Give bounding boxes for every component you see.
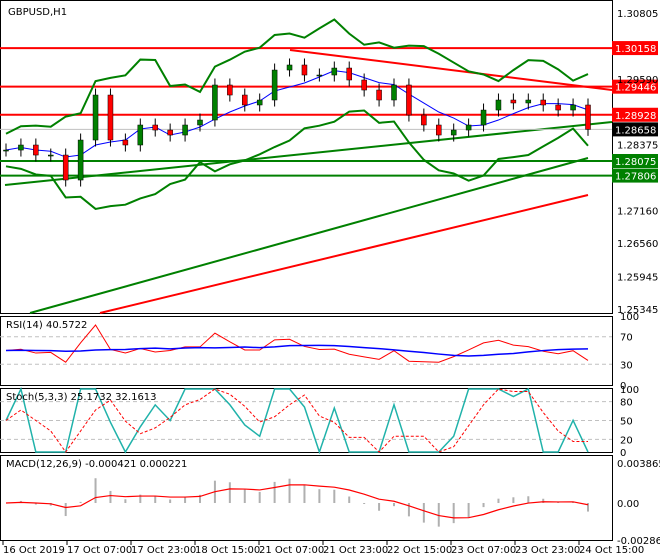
price-tick-label: 1.25945: [617, 272, 658, 283]
price-tick-label: 1.28375: [617, 141, 658, 152]
candle-body: [361, 79, 367, 91]
candle-body: [33, 144, 39, 156]
stoch-label: Stoch(5,3,3) 25.1732 32.1613: [6, 392, 157, 403]
rsi-tick-label: 70: [620, 333, 633, 344]
candle-body: [286, 64, 293, 71]
time-tick-label: 22 Oct 15:00: [387, 545, 452, 556]
chart-canvas[interactable]: 1.301581.294461.289281.280751.278061.286…: [0, 0, 660, 560]
chart-window: 1.30158 1.29446 1.28928 1.28075 1.27806 1.286…: [0, 0, 660, 560]
candle-body: [227, 84, 233, 96]
candle-body: [122, 139, 129, 146]
candle-body: [92, 94, 99, 141]
level-label: 1.27806: [615, 172, 656, 183]
candle-body: [510, 99, 517, 104]
chart-title: GBPUSD,H1: [8, 7, 67, 18]
macd-tick-label: 0.003865: [617, 459, 660, 470]
candle-body: [555, 104, 561, 111]
candle-body: [406, 84, 412, 116]
time-tick-label: 23 Oct 07:00: [451, 545, 516, 556]
candle-body: [376, 89, 382, 101]
time-tick-label: 21 Oct 23:00: [323, 545, 388, 556]
macd-label: MACD(12,26,9) -0.000421 0.000221: [6, 459, 187, 470]
time-tick-label: 21 Oct 07:00: [259, 545, 324, 556]
rsi-label: RSI(14) 40.5722: [6, 320, 87, 331]
level-label: 1.28075: [615, 157, 656, 168]
candle-body: [525, 99, 532, 104]
candle-body: [436, 124, 442, 136]
level-label: 1.28928: [615, 111, 656, 122]
rsi-tick-label: 100: [620, 312, 639, 323]
price-tick-label: 1.26560: [617, 239, 658, 250]
time-tick-label: 17 Oct 07:00: [67, 545, 132, 556]
macd-signal-line: [5, 484, 589, 519]
resistance-trendline: [289, 49, 613, 91]
candle-body: [331, 67, 338, 76]
stoch-tick-label: 0: [620, 448, 626, 459]
candle-body: [540, 99, 546, 106]
macd-tick-label: 0.00: [617, 499, 639, 510]
rsi-tick-label: 30: [620, 360, 633, 371]
candle-body: [137, 124, 144, 146]
candle-body: [3, 149, 9, 152]
candle-body: [152, 124, 158, 131]
candle-body: [495, 99, 502, 111]
rsi-ma-line: [5, 344, 589, 357]
current-price-label: 1.28658: [615, 125, 656, 136]
candle-body: [480, 109, 487, 126]
candle-body: [242, 94, 248, 106]
candle-body: [346, 67, 352, 81]
candle-body: [301, 64, 308, 76]
stoch-tick-label: 50: [620, 417, 633, 428]
candle-body: [77, 139, 84, 181]
candle-body: [391, 84, 397, 101]
candle-body: [18, 144, 24, 151]
stoch-tick-label: 20: [620, 435, 633, 446]
candle-body: [585, 104, 591, 130]
candle-body: [62, 154, 69, 181]
candle-body: [182, 124, 188, 136]
ma-200-line: [29, 157, 589, 314]
candle-body: [256, 99, 263, 106]
candle-body: [107, 94, 114, 141]
rsi-panel-frame: [0, 316, 613, 386]
candle-body: [450, 129, 457, 136]
price-tick-label: 1.30805: [617, 9, 658, 20]
candle-body: [570, 104, 576, 111]
price-tick-label: 1.29590: [617, 75, 658, 86]
stoch-tick-label: 80: [620, 398, 633, 409]
candle-body: [271, 69, 278, 101]
time-tick-label: 16 Oct 2019: [3, 545, 65, 556]
level-label: 1.30158: [615, 44, 656, 55]
ma-red-line: [99, 194, 589, 314]
rsi-line: [5, 324, 589, 363]
price-tick-label: 1.27160: [617, 207, 658, 218]
time-tick-label: 17 Oct 23:00: [131, 545, 196, 556]
candle-body: [197, 119, 203, 126]
time-tick-label: 18 Oct 15:00: [195, 545, 260, 556]
time-tick-label: 24 Oct 15:00: [579, 545, 644, 556]
time-tick-label: 23 Oct 23:00: [515, 545, 580, 556]
candle-body: [316, 74, 323, 77]
candle-body: [167, 129, 173, 136]
stoch-tick-label: 100: [620, 385, 639, 396]
candle-body: [212, 84, 218, 121]
candle-body: [421, 114, 427, 126]
candle-body: [465, 124, 472, 131]
candle-body: [48, 154, 54, 157]
